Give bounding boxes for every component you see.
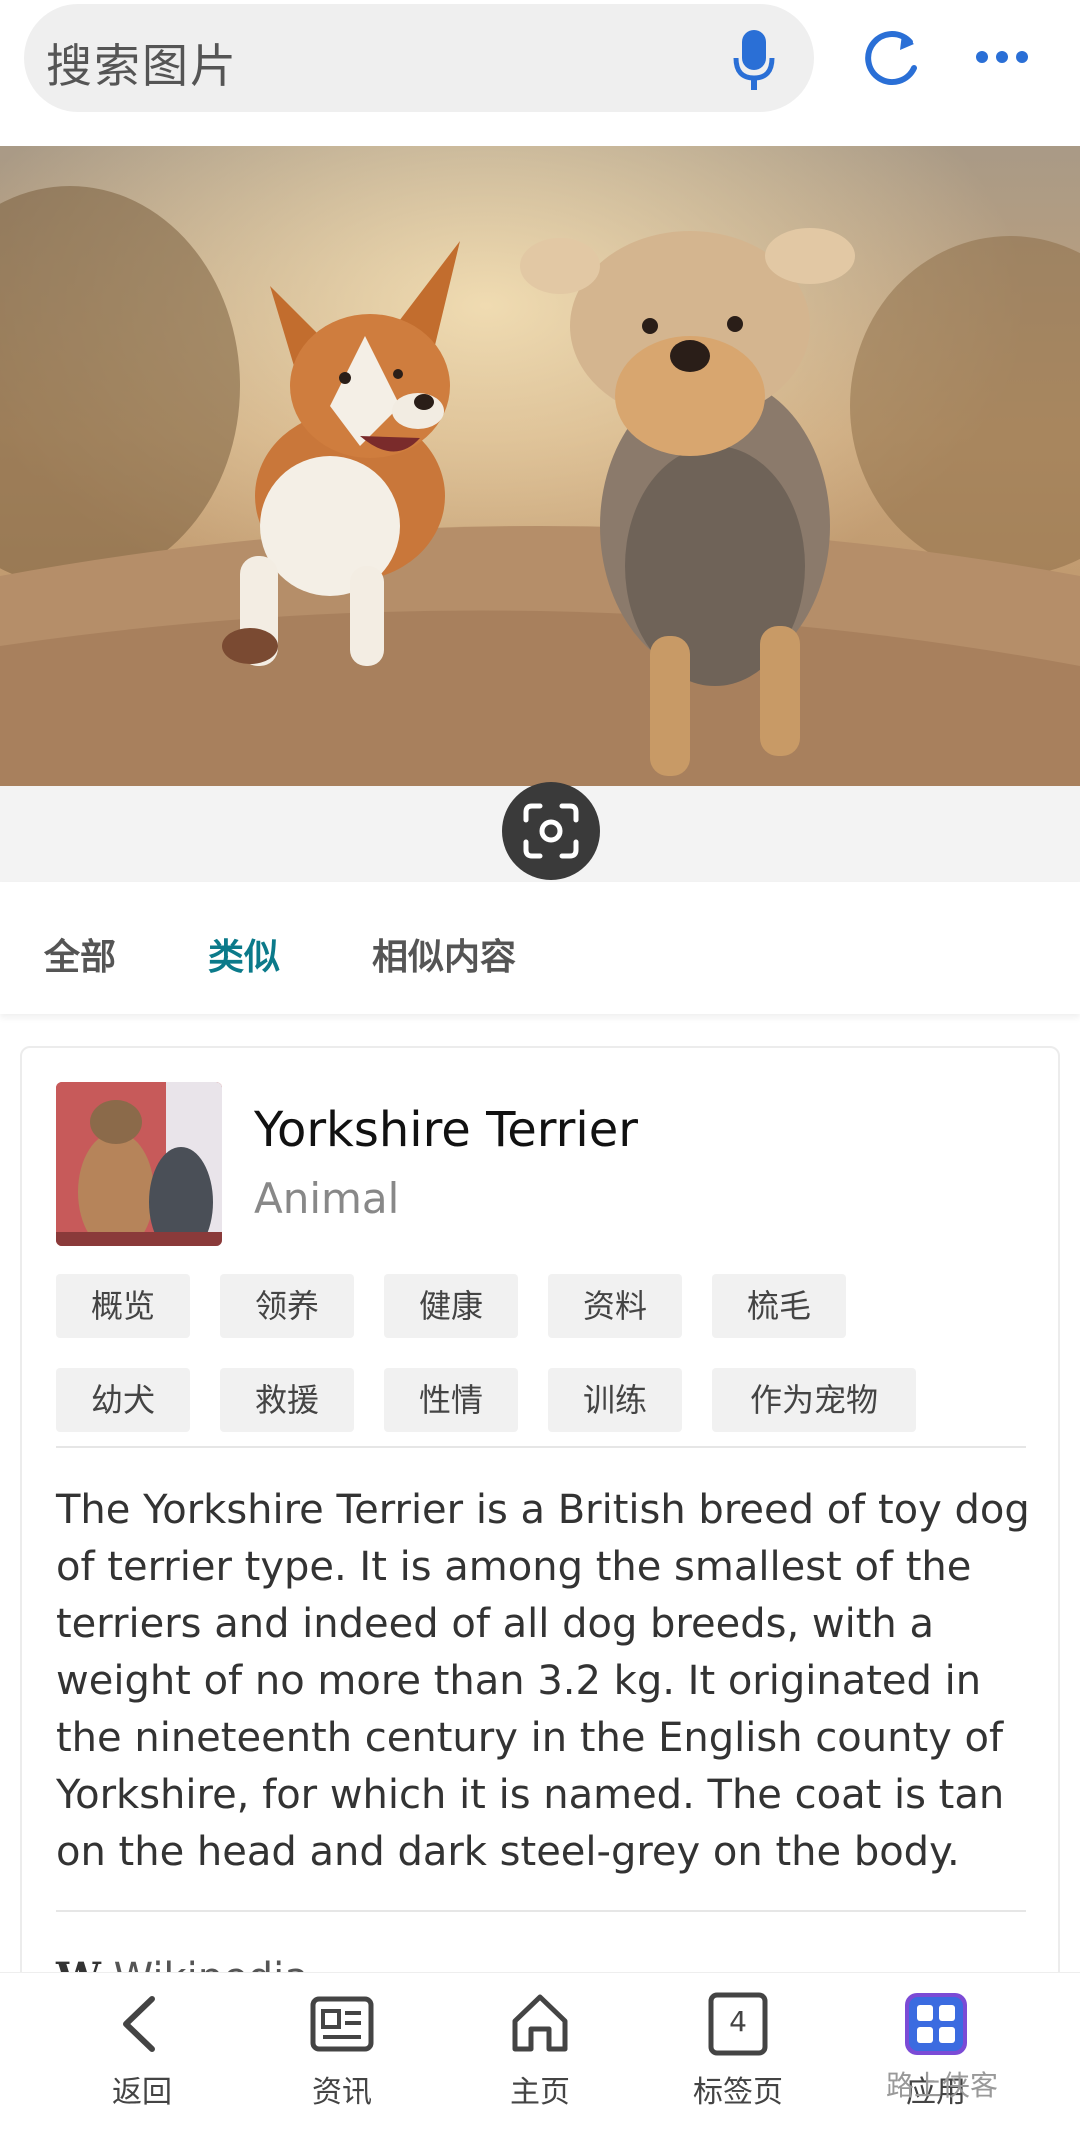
watermark: 路上侠客 xyxy=(886,2069,999,2102)
visual-search-page: 搜索图片 全部 类似 相似内容 Yorkshire Terrier Animal… xyxy=(0,0,1080,2130)
nav-back-label: 返回 xyxy=(112,2075,172,2110)
tab-all[interactable]: 全部 xyxy=(44,928,116,980)
nav-back[interactable]: 返回 xyxy=(72,1991,212,2111)
entity-thumbnail[interactable] xyxy=(56,1082,222,1246)
knowledge-card: Yorkshire Terrier Animal 概览 领养 健康 资料 梳毛 … xyxy=(20,1046,1060,2006)
entity-type: Animal xyxy=(254,1174,400,1223)
top-bar: 搜索图片 xyxy=(0,0,1080,146)
chip-rescue[interactable]: 救援 xyxy=(220,1368,354,1432)
bottom-navigation: 返回 资讯 主页 4 标签页 应用 xyxy=(0,1972,1080,2130)
search-input[interactable]: 搜索图片 xyxy=(24,4,814,112)
nav-tabs[interactable]: 4 标签页 xyxy=(668,1991,808,2111)
nav-news-label: 资讯 xyxy=(312,2075,372,2110)
nav-home-label: 主页 xyxy=(510,2075,570,2110)
news-icon xyxy=(310,1996,374,2052)
tabs-icon: 4 xyxy=(705,1991,771,2057)
chip-training[interactable]: 训练 xyxy=(548,1368,682,1432)
nav-home[interactable]: 主页 xyxy=(470,1991,610,2111)
yorkie-thumbnail-illustration xyxy=(56,1082,222,1246)
entity-description: The Yorkshire Terrier is a British breed… xyxy=(56,1487,1030,1875)
nav-tabs-label: 标签页 xyxy=(693,2075,783,2110)
chip-as-pet[interactable]: 作为宠物 xyxy=(712,1368,916,1432)
home-icon xyxy=(512,1994,568,2052)
dogs-photo-illustration xyxy=(0,146,1080,786)
apps-icon xyxy=(905,1993,967,2055)
tab-similar-content[interactable]: 相似内容 xyxy=(372,928,516,980)
chip-health[interactable]: 健康 xyxy=(384,1274,518,1338)
lens-scan-icon xyxy=(523,803,579,859)
microphone-icon[interactable] xyxy=(730,28,778,94)
chip-temperament[interactable]: 性情 xyxy=(384,1368,518,1432)
search-image[interactable] xyxy=(0,146,1080,786)
divider xyxy=(56,1910,1026,1912)
chip-puppies[interactable]: 幼犬 xyxy=(56,1368,190,1432)
chip-adoption[interactable]: 领养 xyxy=(220,1274,354,1338)
nav-news[interactable]: 资讯 xyxy=(272,1991,412,2111)
chip-info[interactable]: 资料 xyxy=(548,1274,682,1338)
chip-overview[interactable]: 概览 xyxy=(56,1274,190,1338)
more-options-icon[interactable] xyxy=(974,42,1030,72)
chip-grooming[interactable]: 梳毛 xyxy=(712,1274,846,1338)
refresh-icon[interactable] xyxy=(862,28,922,88)
lens-crop-button[interactable] xyxy=(502,782,600,880)
search-placeholder: 搜索图片 xyxy=(46,39,238,93)
tabs-count: 4 xyxy=(729,2005,747,2038)
back-arrow-icon xyxy=(123,1996,155,2052)
tab-similar[interactable]: 类似 xyxy=(208,928,280,980)
entity-title[interactable]: Yorkshire Terrier xyxy=(254,1102,638,1158)
divider xyxy=(56,1446,1026,1448)
result-tabs: 全部 类似 相似内容 xyxy=(0,882,1080,1014)
